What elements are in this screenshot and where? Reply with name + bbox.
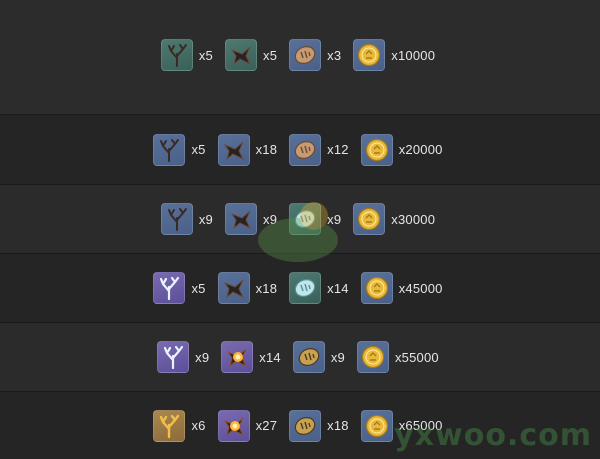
material-item: x5 [153,272,209,304]
dark-horn-icon [217,272,250,304]
material-quantity: x20000 [398,142,443,157]
material-quantity: x30000 [391,211,436,227]
material-item: x9 [157,341,213,373]
material-quantity: x5 [191,280,206,296]
material-quantity: x9 [330,349,345,365]
material-item: x30000 [353,203,439,235]
golden-scale-icon [289,409,322,442]
dark-horn-icon [217,133,250,166]
material-item: x45000 [360,272,447,304]
material-quantity: x5 [263,47,278,63]
material-item: x18 [217,133,282,166]
branch-coral-icon [160,203,193,235]
white-coral-icon [157,341,190,373]
material-item: x18 [289,409,353,442]
material-quantity: x18 [327,418,349,433]
golden-coral-icon [153,409,186,442]
gold-coin-icon [353,39,386,71]
material-item: x14 [221,341,285,373]
material-quantity: x12 [327,142,349,157]
material-item: x20000 [360,133,447,166]
material-item: x27 [217,409,282,442]
scale-fragment-icon [289,133,322,166]
material-item: x6 [153,409,209,442]
watermark-text: yxwoo.com [394,418,592,453]
material-quantity: x9 [195,349,210,365]
watermark-logo-icon [258,202,338,262]
material-quantity: x9 [198,211,213,227]
fire-horn-icon [221,341,254,373]
material-item: x9 [160,203,217,235]
reward-row: x5 x5 x3 x10000 [0,0,600,114]
branch-coral-icon [160,39,193,71]
material-quantity: x5 [191,142,206,157]
white-coral-icon [153,272,186,304]
reward-row: x9 x14 x9 x55000 [0,322,600,391]
material-item: x5 [160,39,217,71]
material-item: x10000 [353,39,439,71]
branch-coral-icon [153,133,186,166]
material-quantity: x10000 [391,47,436,63]
material-item: x3 [289,39,345,71]
material-quantity: x14 [259,349,281,365]
material-quantity: x18 [255,280,278,296]
material-quantity: x5 [198,47,213,63]
material-item: x9 [292,341,349,373]
material-quantity: x14 [327,280,349,296]
gold-coin-icon [353,203,386,235]
gold-coin-icon [356,341,389,373]
gold-coin-icon [360,133,393,166]
reward-row: x5 x18 x12 x20000 [0,114,600,184]
material-item: x18 [217,272,282,304]
material-item: x55000 [356,341,443,373]
scale-fragment-icon [289,39,322,71]
material-item: x14 [289,272,353,304]
material-quantity: x45000 [398,280,443,296]
gold-coin-icon [360,409,393,442]
material-item: x12 [289,133,353,166]
material-item: x5 [225,39,281,71]
material-quantity: x55000 [394,349,439,365]
material-quantity: x27 [255,418,278,433]
material-quantity: x6 [191,418,206,433]
gold-coin-icon [360,272,393,304]
dark-horn-icon [225,39,257,71]
material-item: x5 [153,133,209,166]
golden-scale-icon [292,341,325,373]
crystal-scale-icon [289,272,322,304]
fire-horn-icon [217,409,250,442]
material-quantity: x18 [255,142,278,157]
material-quantity: x3 [327,47,342,63]
